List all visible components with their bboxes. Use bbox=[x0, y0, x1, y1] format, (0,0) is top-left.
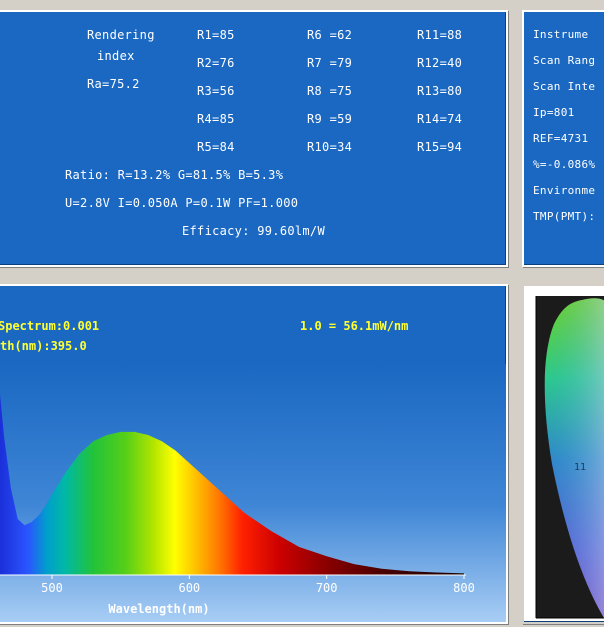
cie-diagram: 11 bbox=[535, 296, 604, 619]
instrument-line-3: Scan Inte bbox=[533, 80, 596, 93]
rendering-title: Rendering bbox=[87, 28, 155, 42]
x-tick-label: 500 bbox=[41, 581, 63, 595]
x-axis-label: Wavelength(nm) bbox=[108, 602, 209, 616]
instrument-line-7: Environme bbox=[533, 184, 596, 197]
x-tick-label: 800 bbox=[453, 581, 475, 595]
r12-value: R12=40 bbox=[417, 56, 463, 70]
r6-value: R6 =62 bbox=[307, 28, 353, 42]
r15-value: R15=94 bbox=[417, 140, 463, 154]
r11-value: R11=88 bbox=[417, 28, 463, 42]
cie-panel: 11 bbox=[522, 284, 604, 624]
instrument-line-2: Scan Rang bbox=[533, 54, 596, 67]
spectrum-panel: Spectrum:0.001 th(nm):395.0 1.0 = 56.1mW… bbox=[0, 284, 508, 624]
instrument-line-6: %=-0.086% bbox=[533, 158, 596, 171]
ra-value: Ra=75.2 bbox=[87, 77, 140, 91]
instrument-panel: Instrume Scan Rang Scan Inte Ip=801 REF=… bbox=[522, 10, 604, 267]
spectrum-chart: 500 600 700 800 Wavelength(nm) bbox=[0, 364, 506, 622]
r10-value: R10=34 bbox=[307, 140, 353, 154]
instrument-line-8: TMP(PMT): bbox=[533, 210, 596, 223]
electrical-line: U=2.8V I=0.050A P=0.1W PF=1.000 bbox=[65, 196, 299, 210]
cie-cluster-label: 11 bbox=[574, 462, 586, 473]
r3-value: R3=56 bbox=[197, 84, 235, 98]
r8-value: R8 =75 bbox=[307, 84, 353, 98]
rendering-title-index: index bbox=[97, 49, 135, 63]
r9-value: R9 =59 bbox=[307, 112, 353, 126]
r5-value: R5=84 bbox=[197, 140, 235, 154]
ratio-line: Ratio: R=13.2% G=81.5% B=5.3% bbox=[65, 168, 284, 182]
efficacy-line: Efficacy: 99.60lm/W bbox=[182, 224, 325, 238]
x-tick-label: 600 bbox=[178, 581, 200, 595]
r14-value: R14=74 bbox=[417, 112, 463, 126]
instrument-line-5: REF=4731 bbox=[533, 132, 589, 145]
r7-value: R7 =79 bbox=[307, 56, 353, 70]
instrument-line-1: Instrume bbox=[533, 28, 589, 41]
r1-value: R1=85 bbox=[197, 28, 235, 42]
r4-value: R4=85 bbox=[197, 112, 235, 126]
rendering-index-panel: Rendering index Ra=75.2 R1=85 R2=76 R3=5… bbox=[0, 10, 508, 267]
r2-value: R2=76 bbox=[197, 56, 235, 70]
x-tick-label: 700 bbox=[316, 581, 338, 595]
r13-value: R13=80 bbox=[417, 84, 463, 98]
instrument-line-4: Ip=801 bbox=[533, 106, 575, 119]
